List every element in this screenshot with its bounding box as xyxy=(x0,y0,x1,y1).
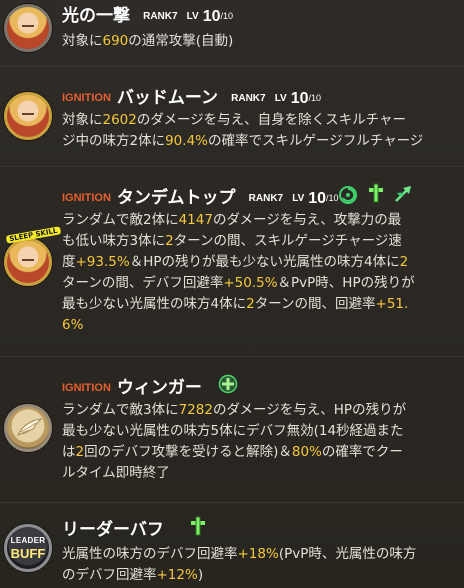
skill-name: バッドムーン xyxy=(116,88,219,108)
ignition-tag: IGNITION xyxy=(62,92,111,104)
leader-buff-icon: LEADER BUFF xyxy=(4,524,52,572)
highlight-value: 2 xyxy=(165,233,174,249)
cross-heal-icon xyxy=(369,183,383,203)
highlight-value: +93.5% xyxy=(75,254,130,270)
buff-label: BUFF xyxy=(10,546,46,561)
skill-level: 10 xyxy=(202,7,221,25)
skill-level-max: /10 xyxy=(326,193,339,203)
skill-name: ウィンガー xyxy=(116,378,202,398)
desc-line: は2回のデバフ攻撃を受けると解除)＆80%の確率でクー xyxy=(62,444,403,460)
skill-header: 光の一撃 RANK7 LV 10/10 xyxy=(62,8,233,25)
skill-level-max: /10 xyxy=(220,11,233,21)
desc-line: 対象に690の通常攻撃(自動) xyxy=(62,33,234,49)
desc-line: ランダムで敵3体に7282のダメージを与え、HPの残りが xyxy=(62,402,407,418)
highlight-value: +51. xyxy=(375,296,409,312)
skill-level: 10 xyxy=(308,189,327,207)
skill-name: リーダーバフ xyxy=(62,520,164,540)
character-portrait-icon xyxy=(4,92,52,140)
highlight-value: 690 xyxy=(102,33,129,49)
desc-line: も低い味方3体に2ターンの間、スキルゲージチャージ速 xyxy=(62,233,402,249)
skill-header: IGNITION ウィンガー xyxy=(62,380,202,397)
skill-header: リーダーバフ xyxy=(62,522,164,539)
divider xyxy=(0,166,464,167)
skill-description: ランダムで敵3体に7282のダメージを与え、HPの残りが 最も少ない光属性の味方… xyxy=(62,400,460,484)
highlight-value: +12% xyxy=(156,567,198,583)
plus-shield-icon xyxy=(218,374,238,394)
highlight-value: 2 xyxy=(246,296,255,312)
skill-description: 光属性の味方のデバフ回避率+18%(PvP時、光属性の味方 のデバフ回避率+12… xyxy=(62,544,460,586)
highlight-value: 4147 xyxy=(178,212,213,228)
desc-line: 対象に2602のダメージを与え、自身を除くスキルチャー xyxy=(62,112,407,128)
cross-heal-icon xyxy=(191,516,205,536)
skill-header: IGNITION タンデムトップ RANK7 LV 10/10 xyxy=(62,190,339,207)
character-portrait-icon xyxy=(4,238,52,286)
skill-level-label: LV xyxy=(292,192,305,204)
desc-line: 度+93.5%＆HPの残りが最も少ない光属性の味方4体に2 xyxy=(62,254,409,270)
leader-label: LEADER xyxy=(10,536,46,545)
desc-line: 最も少ない光属性の味方5体にデバフ無効(14秒経過また xyxy=(62,423,404,439)
skill-description: 対象に2602のダメージを与え、自身を除くスキルチャー ジ中の味方2体に90.4… xyxy=(62,110,460,152)
skill-name: タンデムトップ xyxy=(116,188,236,208)
highlight-value: 6% xyxy=(62,317,84,333)
highlight-value: 7282 xyxy=(178,402,213,418)
highlight-value: 2 xyxy=(399,254,409,270)
skill-rank: RANK7 xyxy=(231,92,266,104)
ignition-tag: IGNITION xyxy=(62,192,111,204)
highlight-value: 80% xyxy=(291,444,322,460)
desc-line: ジ中の味方2体に90.4%の確率でスキルゲージフルチャージ xyxy=(62,133,424,149)
skill-level: 10 xyxy=(290,89,309,107)
winged-feather-icon xyxy=(4,404,52,452)
highlight-value: 2602 xyxy=(102,112,137,128)
skill-rank: RANK7 xyxy=(248,192,284,204)
skill-level-label: LV xyxy=(186,10,199,22)
divider xyxy=(0,502,464,503)
desc-line: のデバフ回避率+12%) xyxy=(62,567,204,583)
desc-line: ランダムで敵2体に4147のダメージを与え、攻撃力の最 xyxy=(62,212,402,228)
skill-name: 光の一撃 xyxy=(62,6,130,26)
swirl-icon xyxy=(339,186,357,204)
desc-line: ターンの間、デバフ回避率+50.5%＆PvP時、HPの残りが xyxy=(62,275,415,291)
skill-description: 対象に690の通常攻撃(自動) xyxy=(62,31,460,52)
desc-line: 6% xyxy=(62,315,460,336)
highlight-value: +50.5% xyxy=(223,275,278,291)
skill-detail-panel: 光の一撃 RANK7 LV 10/10 対象に690の通常攻撃(自動) IGNIT… xyxy=(0,0,464,588)
highlight-value: 90.4% xyxy=(165,133,208,149)
desc-line: 最も少ない光属性の味方4体に2ターンの間、回避率+51. xyxy=(62,296,409,312)
desc-line: 光属性の味方のデバフ回避率+18%(PvP時、光属性の味方 xyxy=(62,546,417,562)
skill-rank: RANK7 xyxy=(143,10,178,22)
desc-line: ルタイム即時終了 xyxy=(62,465,170,481)
skill-level-max: /10 xyxy=(308,93,322,103)
wing-arrow-icon xyxy=(395,186,411,202)
character-portrait-icon xyxy=(4,4,52,52)
ignition-tag: IGNITION xyxy=(62,382,111,394)
skill-level-label: LV xyxy=(274,92,287,104)
skill-header: IGNITION バッドムーン RANK7 LV 10/10 xyxy=(62,90,321,107)
highlight-value: +18% xyxy=(237,546,279,562)
skill-description: ランダムで敵2体に4147のダメージを与え、攻撃力の最 も低い味方3体に2ターン… xyxy=(62,210,460,336)
highlight-value: 2 xyxy=(75,444,85,460)
divider xyxy=(0,66,464,67)
divider xyxy=(0,356,464,357)
